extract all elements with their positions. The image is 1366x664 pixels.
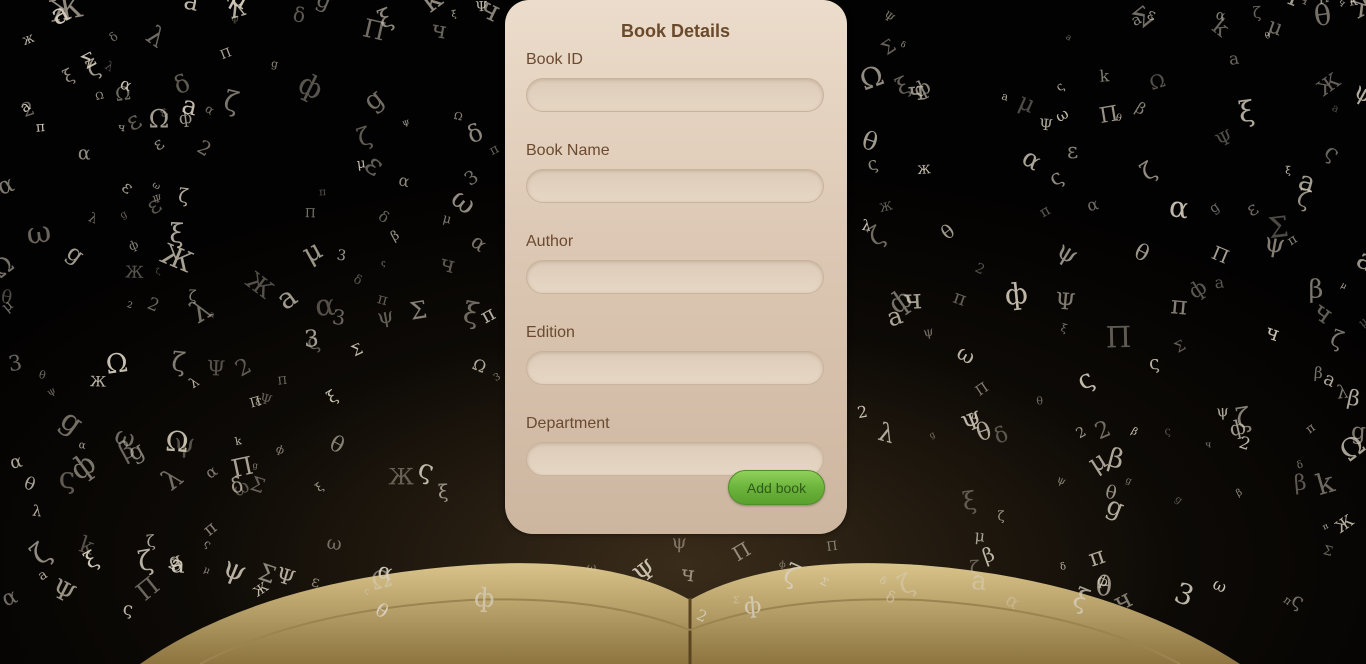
department-field-group: Department [526, 415, 825, 476]
background-glyph: g [1351, 419, 1366, 446]
background-glyph: Ψ [1054, 288, 1076, 316]
background-glyph: Ψ [206, 356, 225, 381]
background-glyph: ξ [1285, 165, 1291, 177]
background-glyph: ε [1066, 139, 1079, 165]
background-glyph: Π [1097, 101, 1120, 129]
background-glyph: Ω [149, 104, 170, 133]
book-id-label: Book ID [526, 51, 583, 68]
background-glyph: Ж [917, 162, 931, 177]
background-glyph: μ [974, 526, 986, 546]
background-glyph: Ж [388, 464, 414, 490]
background-glyph: Ω [164, 425, 189, 460]
edition-input[interactable] [526, 351, 824, 385]
background-glyph: θ [1095, 571, 1113, 603]
background-glyph: π [319, 185, 327, 198]
author-input[interactable] [526, 260, 824, 294]
background-glyph: π [35, 119, 45, 136]
author-field-group: Author [526, 233, 825, 294]
background-glyph: θ [1036, 394, 1044, 407]
background-glyph: ξ [451, 9, 457, 20]
book-details-form: Book Details Book ID Book Name Author Ed… [505, 0, 847, 534]
background-glyph: α [77, 142, 91, 164]
book-name-label: Book Name [526, 142, 610, 159]
background-glyph: Π [305, 206, 316, 220]
background-glyph: α [314, 288, 336, 324]
background-glyph: ω [587, 560, 597, 574]
book-id-field-group: Book ID [526, 51, 825, 112]
background-glyph: ф [473, 583, 495, 614]
background-glyph: ф [178, 107, 194, 128]
background-glyph: ч [679, 560, 696, 587]
background-glyph: ч [907, 76, 927, 107]
book-id-input[interactable] [526, 78, 824, 112]
background-glyph: 3 [303, 326, 319, 353]
background-glyph: k [1348, 0, 1359, 10]
background-glyph: ф [743, 593, 762, 619]
background-glyph: ζ [997, 509, 1004, 524]
background-glyph: π [1169, 290, 1189, 321]
background-glyph: ε [255, 394, 262, 409]
background-glyph: Π [277, 375, 287, 388]
background-glyph: β [1293, 470, 1308, 496]
background-glyph: ω [325, 532, 343, 555]
background-glyph: Ж [90, 374, 106, 390]
background-glyph: Ж [125, 262, 145, 282]
background-glyph: k [1099, 66, 1110, 86]
department-label: Department [526, 415, 610, 432]
background-glyph: ς [1164, 425, 1171, 438]
edition-label: Edition [526, 324, 575, 341]
background-glyph: ζ [188, 288, 197, 304]
edition-field-group: Edition [526, 324, 825, 385]
background-glyph: ч [1205, 440, 1211, 450]
background-glyph: ζ [1253, 4, 1262, 22]
background-glyph: ω [24, 214, 53, 252]
background-glyph: Π [1105, 320, 1131, 355]
background-glyph: Ψ [1038, 116, 1053, 135]
book-name-field-group: Book Name [526, 142, 825, 203]
background-glyph: Ω [104, 347, 130, 381]
background-glyph: β [1313, 364, 1323, 383]
author-label: Author [526, 233, 574, 250]
background-glyph: Σ [733, 595, 740, 606]
book-name-input[interactable] [526, 169, 824, 203]
background-glyph: Π [825, 538, 838, 554]
background-glyph: a [970, 566, 988, 597]
background-glyph: ф [1003, 276, 1029, 312]
form-title: Book Details [620, 21, 731, 41]
add-book-button[interactable]: Add book [728, 470, 825, 505]
background-glyph: ξ [438, 481, 449, 503]
